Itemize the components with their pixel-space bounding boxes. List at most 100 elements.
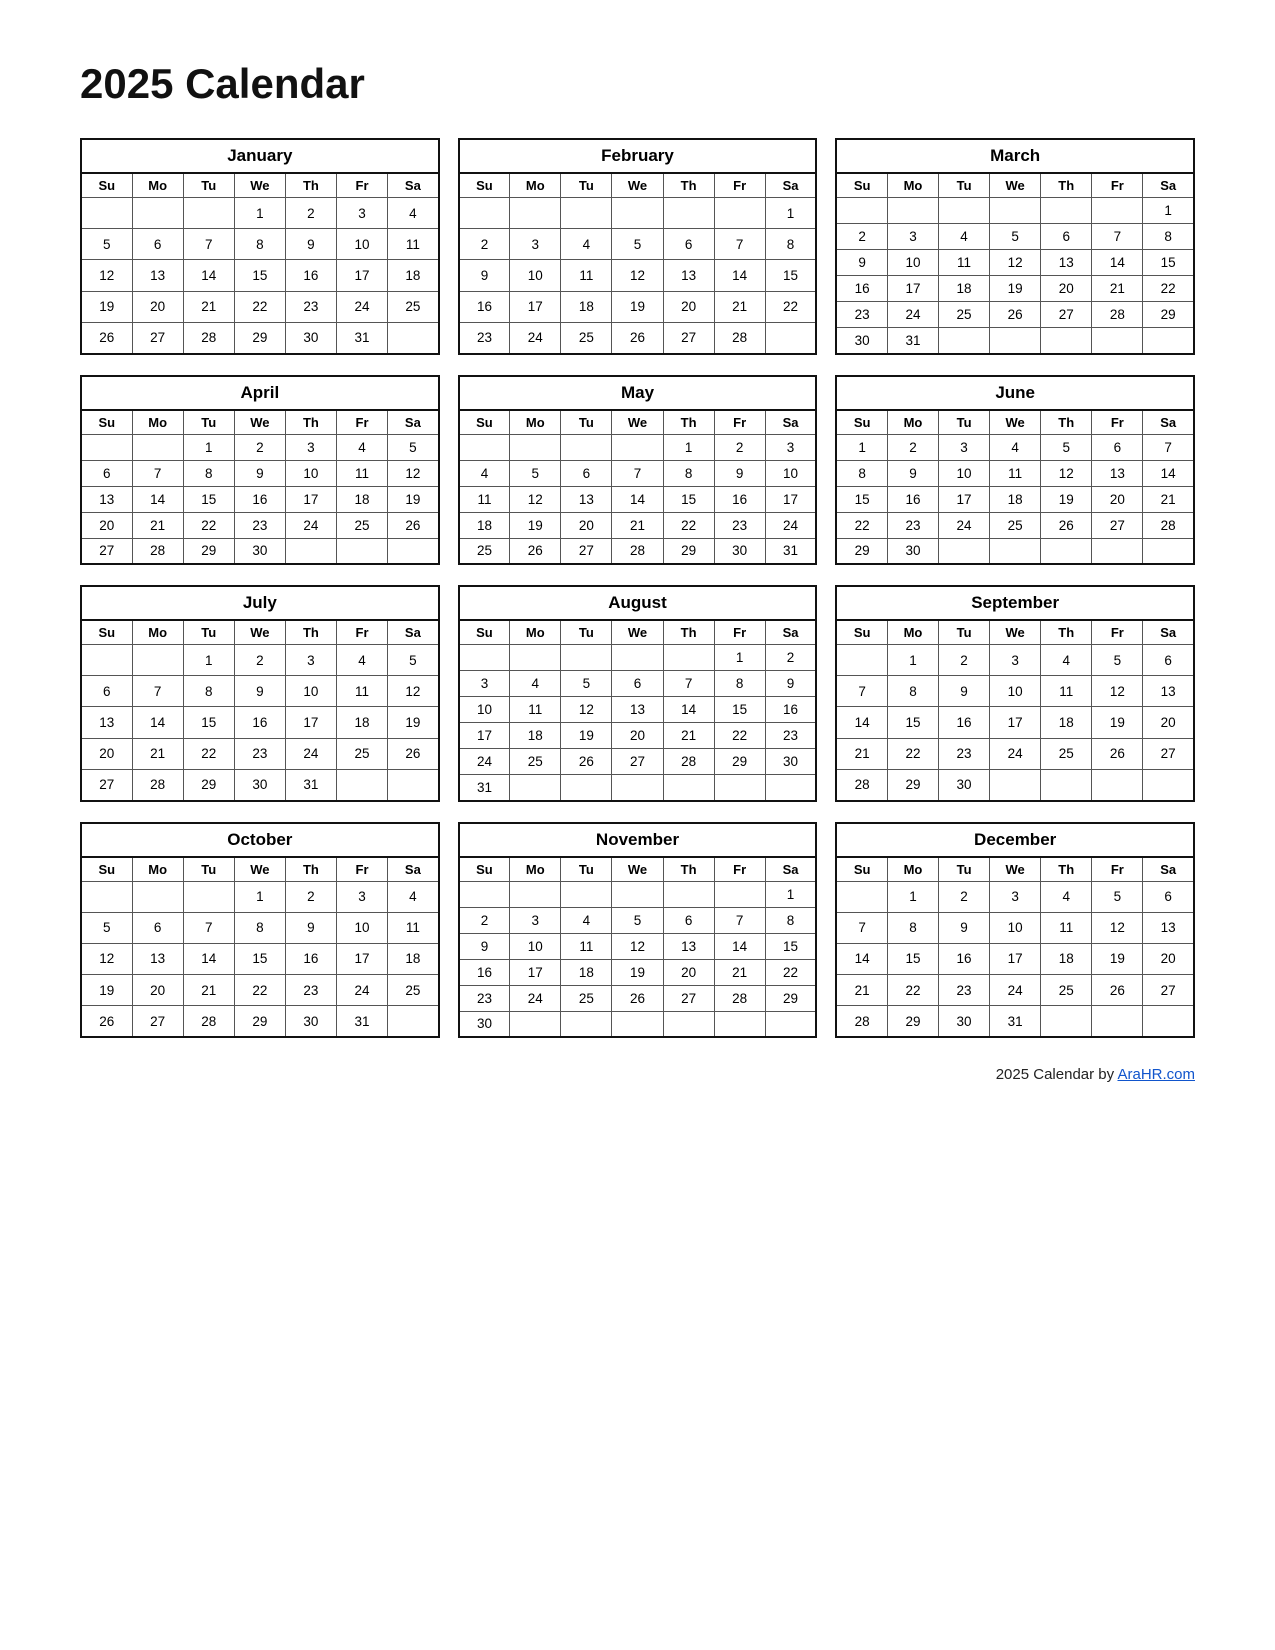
day-cell-3: 3 [887,224,938,250]
day-cell-19: 19 [81,975,132,1006]
day-cell-26: 26 [561,749,612,775]
day-cell-23: 23 [285,291,336,322]
day-header-su: Su [81,620,132,645]
day-cell-30: 30 [939,1006,990,1037]
day-cell-empty [81,434,132,460]
day-cell-empty [714,775,765,801]
day-cell-14: 14 [132,707,183,738]
day-cell-empty [459,198,510,229]
day-cell-20: 20 [663,291,714,322]
day-cell-19: 19 [388,707,439,738]
footer-link[interactable]: AraHR.com [1117,1066,1195,1083]
day-cell-6: 6 [1041,224,1092,250]
day-cell-25: 25 [561,322,612,353]
day-cell-5: 5 [510,460,561,486]
day-cell-16: 16 [234,707,285,738]
day-cell-1: 1 [836,434,887,460]
day-cell-27: 27 [81,538,132,564]
day-cell-28: 28 [714,322,765,353]
day-cell-empty [1092,328,1143,354]
day-cell-14: 14 [836,943,887,974]
day-cell-24: 24 [990,975,1041,1006]
day-cell-10: 10 [285,676,336,707]
day-cell-9: 9 [836,250,887,276]
day-cell-empty [612,881,663,907]
day-cell-24: 24 [887,302,938,328]
day-header-tu: Tu [561,857,612,882]
day-header-tu: Tu [939,620,990,645]
day-cell-18: 18 [1041,943,1092,974]
day-cell-18: 18 [561,959,612,985]
day-header-th: Th [285,620,336,645]
day-cell-23: 23 [939,738,990,769]
day-cell-14: 14 [132,486,183,512]
day-cell-24: 24 [510,985,561,1011]
day-header-tu: Tu [183,173,234,198]
day-cell-empty [132,645,183,676]
day-cell-11: 11 [1041,912,1092,943]
day-cell-26: 26 [388,738,439,769]
day-header-sa: Sa [1143,410,1194,435]
day-cell-11: 11 [388,912,439,943]
day-cell-17: 17 [990,707,1041,738]
day-cell-24: 24 [510,322,561,353]
day-cell-17: 17 [336,260,387,291]
day-cell-6: 6 [1143,645,1194,676]
day-cell-26: 26 [990,302,1041,328]
day-cell-20: 20 [81,738,132,769]
day-cell-7: 7 [714,229,765,260]
day-cell-7: 7 [132,676,183,707]
month-october: OctoberSuMoTuWeThFrSa1234567891011121314… [80,822,440,1039]
day-cell-13: 13 [132,260,183,291]
day-header-su: Su [81,173,132,198]
day-cell-6: 6 [561,460,612,486]
day-header-sa: Sa [765,857,816,882]
day-cell-19: 19 [81,291,132,322]
day-header-mo: Mo [887,173,938,198]
day-cell-18: 18 [939,276,990,302]
day-cell-4: 4 [990,434,1041,460]
day-cell-28: 28 [132,769,183,800]
day-cell-13: 13 [81,707,132,738]
day-cell-24: 24 [285,738,336,769]
day-header-th: Th [1041,620,1092,645]
day-cell-23: 23 [836,302,887,328]
day-cell-11: 11 [561,260,612,291]
day-cell-5: 5 [1041,434,1092,460]
day-cell-empty [836,881,887,912]
day-cell-9: 9 [939,676,990,707]
day-cell-13: 13 [561,486,612,512]
day-header-we: We [990,857,1041,882]
day-header-tu: Tu [183,857,234,882]
day-cell-21: 21 [714,959,765,985]
day-cell-empty [1092,769,1143,800]
month-name-may: May [459,376,817,410]
day-cell-30: 30 [459,1011,510,1037]
day-cell-4: 4 [336,434,387,460]
day-cell-29: 29 [887,1006,938,1037]
day-cell-22: 22 [836,512,887,538]
day-cell-18: 18 [510,723,561,749]
day-cell-empty [388,1006,439,1037]
day-cell-empty [1143,769,1194,800]
day-cell-26: 26 [1041,512,1092,538]
day-cell-31: 31 [336,1006,387,1037]
day-cell-23: 23 [714,512,765,538]
day-cell-empty [336,769,387,800]
day-cell-27: 27 [1092,512,1143,538]
day-cell-2: 2 [459,229,510,260]
day-header-su: Su [836,857,887,882]
day-header-we: We [234,620,285,645]
day-header-th: Th [663,620,714,645]
day-header-we: We [612,410,663,435]
day-cell-8: 8 [765,907,816,933]
day-cell-2: 2 [836,224,887,250]
day-cell-2: 2 [285,198,336,229]
day-cell-26: 26 [612,322,663,353]
day-header-we: We [612,857,663,882]
day-cell-10: 10 [887,250,938,276]
day-cell-16: 16 [459,291,510,322]
day-cell-21: 21 [183,291,234,322]
day-cell-empty [714,198,765,229]
day-cell-5: 5 [612,907,663,933]
